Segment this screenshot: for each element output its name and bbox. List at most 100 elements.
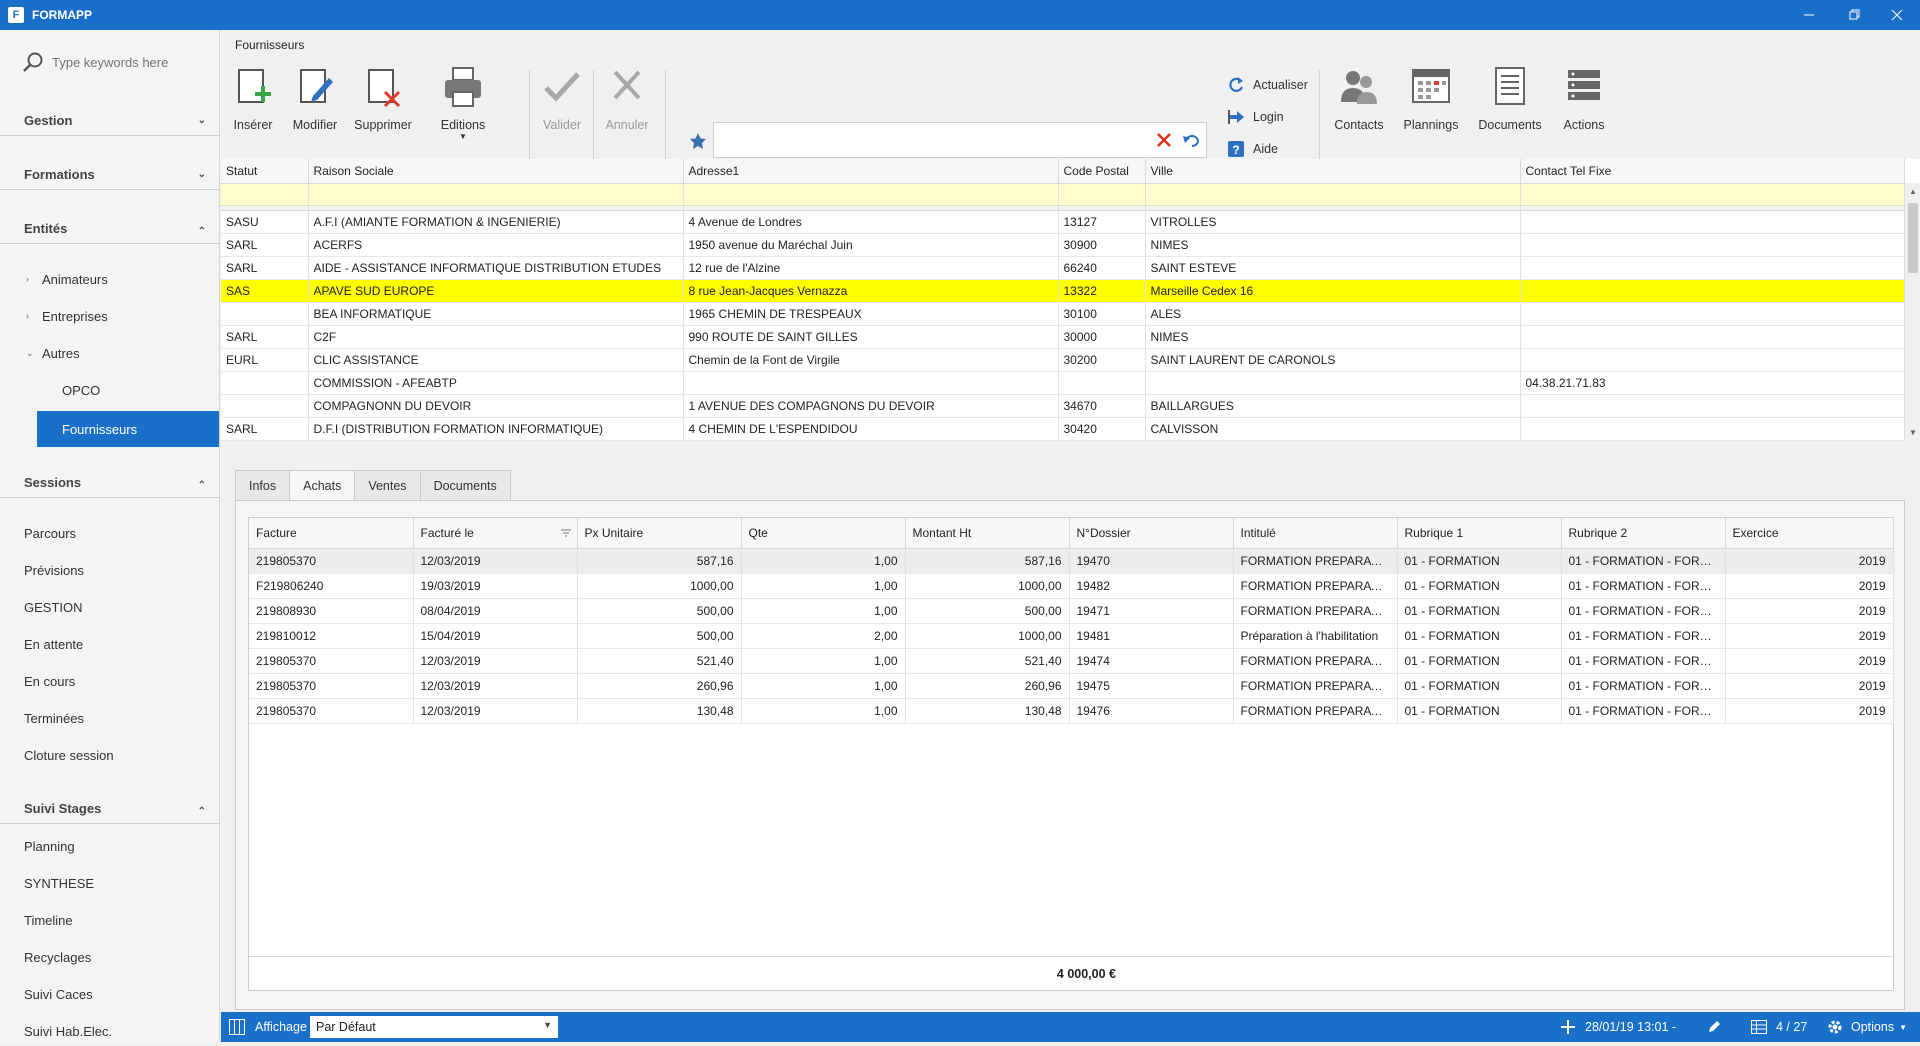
sidebar-item-planning[interactable]: Planning [0,831,220,861]
column-header[interactable]: Code Postal [1058,159,1146,184]
modifier-button[interactable]: Modifier [287,66,343,156]
table-row[interactable]: SARL C2F 990 ROUTE DE SAINT GILLES 30000 NIM… [221,325,1905,349]
column-header[interactable]: Qte [741,518,906,549]
documents-button[interactable]: Documents [1473,66,1547,156]
actions-button[interactable]: Actions [1553,66,1615,156]
close-button[interactable] [1874,0,1920,30]
undo-icon[interactable] [1182,132,1202,151]
sidebar-item-en-cours[interactable]: En cours [0,666,220,696]
scrollbar-thumb[interactable] [1908,203,1918,273]
sidebar-item-timeline[interactable]: Timeline [0,905,220,935]
column-header[interactable]: N°Dossier [1069,518,1234,549]
login-button[interactable]: Login [1227,105,1284,129]
column-header[interactable]: Facture [249,518,414,549]
inserer-button[interactable]: Insérer [229,66,277,156]
scroll-up-icon[interactable]: ▲ [1909,187,1917,196]
sidebar-item-entreprises[interactable]: › Entreprises [0,301,220,331]
table-row[interactable]: SARL D.F.I (DISTRIBUTION FORMATION INFORM… [221,417,1905,441]
column-header[interactable]: Montant Ht [905,518,1070,549]
supprimer-button[interactable]: Supprimer [349,66,417,156]
pencil-icon[interactable] [1707,1020,1721,1037]
scroll-down-icon[interactable]: ▼ [1909,428,1917,437]
grid-search-input[interactable] [720,130,1140,150]
filter-cell[interactable] [683,183,1059,206]
filter-cell[interactable] [1520,183,1905,206]
plus-icon[interactable] [1561,1020,1575,1037]
table-row[interactable]: SARL ACERFS 1950 avenue du Maréchal Juin 30… [221,233,1905,257]
restore-button[interactable] [1832,0,1878,30]
aide-button[interactable]: ? Aide [1227,137,1278,161]
table-row[interactable]: BEA INFORMATIQUE 1965 CHEMIN DE TRESPEAUX… [221,302,1905,326]
table-row[interactable]: 219808930 08/04/2019 500,00 1,00 500,00 19471… [249,598,1894,624]
table-row[interactable]: F219806240 19/03/2019 1000,00 1,00 1000,00 19… [249,573,1894,599]
affichage-select[interactable]: Par Défaut ▼ [310,1016,558,1038]
filter-row[interactable] [221,183,1905,206]
column-header[interactable]: Adresse1 [683,159,1059,184]
search-input[interactable] [52,54,212,70]
column-header[interactable]: Px Unitaire [577,518,742,549]
sidebar-item-en-attente[interactable]: En attente [0,629,220,659]
table-row[interactable]: EURL CLIC ASSISTANCE Chemin de la Font de … [221,348,1905,372]
sidebar-item-previsions[interactable]: Prévisions [0,555,220,585]
actualiser-button[interactable]: Actualiser [1227,73,1308,97]
tab-ventes[interactable]: Ventes [354,470,421,500]
options-button[interactable]: Options ▼ [1851,1012,1907,1042]
column-header[interactable]: Rubrique 1 [1397,518,1562,549]
section-formations[interactable]: Formations ⌄ [0,160,220,190]
column-header[interactable]: Intitulé [1233,518,1398,549]
column-header[interactable]: Contact Tel Fixe [1520,159,1905,184]
table-row[interactable]: 219805370 12/03/2019 521,40 1,00 521,40 19474… [249,648,1894,674]
sidebar-item-autres[interactable]: ⌄ Autres [0,338,220,368]
sidebar-item-gestion[interactable]: GESTION [0,592,220,622]
suppliers-scrollbar[interactable]: ▲ ▼ [1904,183,1920,441]
column-header[interactable]: Raison Sociale [308,159,684,184]
sidebar-item-synthese[interactable]: SYNTHESE [0,868,220,898]
sidebar-item-recyclages[interactable]: Recyclages [0,942,220,972]
sidebar-item-opco[interactable]: OPCO [0,375,220,405]
section-formations-label: Formations [24,167,95,182]
sidebar-item-animateurs[interactable]: › Animateurs [0,264,220,294]
tab-documents[interactable]: Documents [419,470,511,500]
column-header-label: Facture [256,525,297,540]
minimize-button[interactable] [1786,0,1832,30]
section-gestion[interactable]: Gestion ⌄ [0,106,220,136]
table-row[interactable]: SARL AIDE - ASSISTANCE INFORMATIQUE DISTR… [221,256,1905,280]
table-row[interactable]: 219810012 15/04/2019 500,00 2,00 1000,00 1948… [249,623,1894,649]
table-row[interactable]: 219805370 12/03/2019 260,96 1,00 260,96 19475… [249,673,1894,699]
plannings-button[interactable]: Plannings [1397,66,1465,156]
table-row[interactable]: SAS APAVE SUD EUROPE 8 rue Jean-Jacques Ve… [221,279,1905,303]
section-entites[interactable]: Entités ⌃ [0,214,220,244]
filter-cell[interactable] [221,183,309,206]
clear-search-icon[interactable] [1156,132,1172,151]
sidebar-item-fournisseurs[interactable]: Fournisseurs [37,411,219,447]
contacts-button[interactable]: Contacts [1329,66,1389,156]
sidebar-item-parcours[interactable]: Parcours [0,518,220,548]
favorite-star-icon[interactable] [689,132,707,153]
filter-cell[interactable] [1058,183,1146,206]
column-header[interactable]: Exercice [1725,518,1894,549]
annuler-button[interactable]: Annuler [597,66,657,156]
section-suivi-stages[interactable]: Suivi Stages ⌃ [0,794,220,824]
sidebar-item-suivi-caces[interactable]: Suivi Caces [0,979,220,1009]
table-row[interactable]: 219805370 12/03/2019 587,16 1,00 587,16 19470… [249,548,1894,574]
valider-button[interactable]: Valider [535,66,589,156]
sidebar-item-terminees[interactable]: Terminées [0,703,220,733]
gear-icon[interactable] [1827,1019,1843,1038]
filter-cell[interactable] [308,183,684,206]
table-row[interactable]: COMMISSION - AFEABTP 04.38.21.71.83 [221,371,1905,395]
table-row[interactable]: SASU A.F.I (AMIANTE FORMATION & INGENIERI… [221,210,1905,234]
editions-button[interactable]: Editions ▼ [433,66,493,156]
sidebar-item-cloture-session[interactable]: Cloture session [0,740,220,770]
filter-cell[interactable] [1145,183,1521,206]
section-sessions[interactable]: Sessions ⌃ [0,468,220,498]
columns-icon[interactable] [229,1019,245,1038]
tab-achats[interactable]: Achats [289,470,356,500]
column-header[interactable]: Rubrique 2 [1561,518,1726,549]
column-header[interactable]: Ville [1145,159,1521,184]
column-header[interactable]: Statut [221,159,309,184]
table-row[interactable]: COMPAGNONN DU DEVOIR 1 AVENUE DES COMPAGN… [221,394,1905,418]
tab-infos[interactable]: Infos [235,470,291,500]
sort-descending-icon[interactable] [560,527,571,541]
column-header[interactable]: Facturé le [413,518,578,549]
table-row[interactable]: 219805370 12/03/2019 130,48 1,00 130,48 19476… [249,698,1894,724]
